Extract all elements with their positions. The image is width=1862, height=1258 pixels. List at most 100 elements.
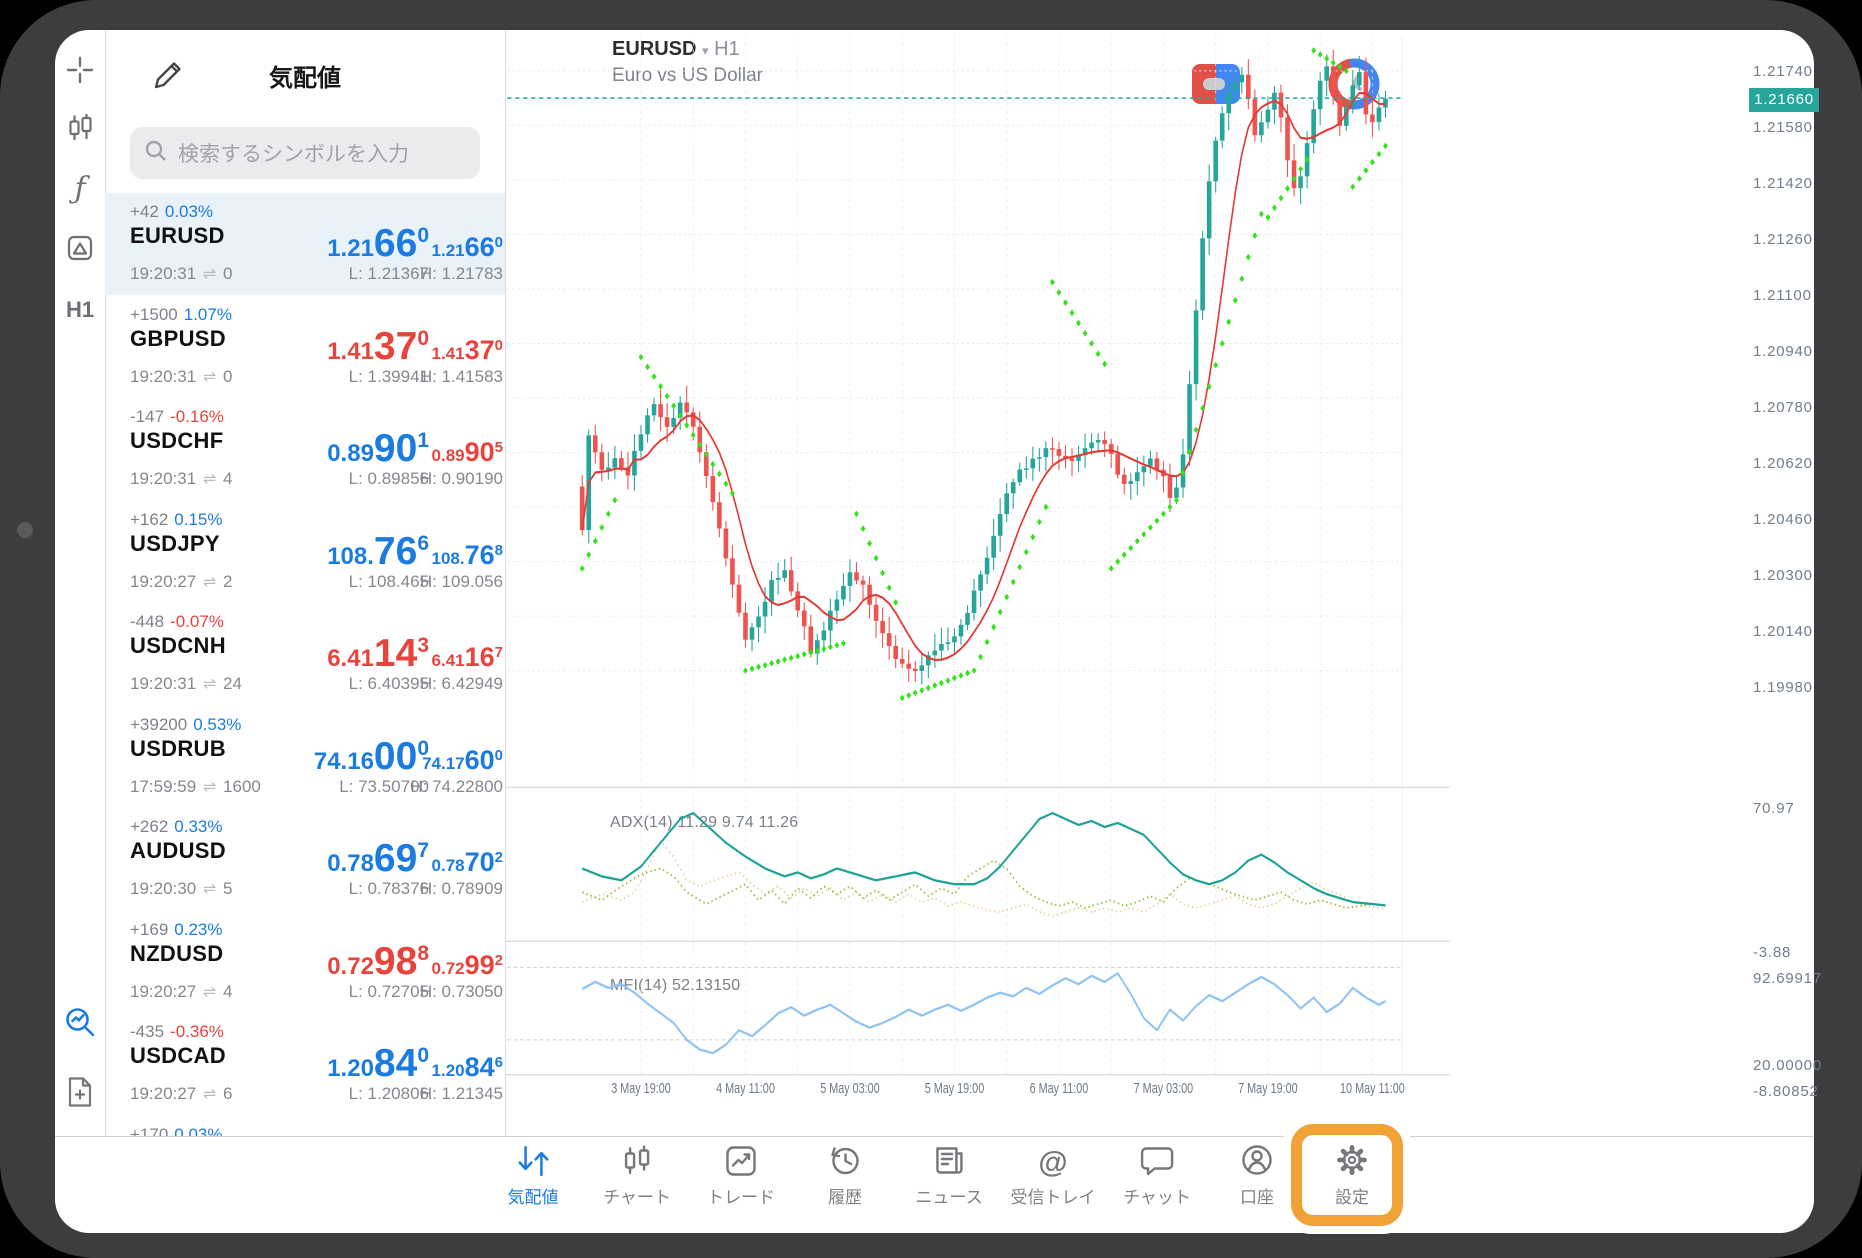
sidebar-functions-icon[interactable]: ƒ <box>55 166 105 210</box>
quote-row-usdcnh[interactable]: -448-0.07%USDCNH 19:20:31 ⇌ 24 6.411436.41… <box>105 603 505 705</box>
quote-row-usdrub[interactable]: +392000.53%USDRUB 17:59:59 ⇌ 1600 74.16000… <box>105 706 505 808</box>
quote-symbol: NZDUSD <box>130 941 223 967</box>
svg-text:5 May 03:00: 5 May 03:00 <box>820 1080 880 1097</box>
spread-icon: ⇌ <box>201 984 218 1001</box>
quote-low: L: 1.20806 <box>349 1084 429 1104</box>
bid-price: 0.72988 <box>327 942 429 981</box>
quote-symbol: USDCHF <box>130 428 223 454</box>
quote-symbol: USDJPY <box>130 531 220 557</box>
quote-row-usdjpy[interactable]: +1620.15%USDJPY19:20:27 ⇌ 2108.766108.76… <box>105 501 505 603</box>
svg-text:7 May 19:00: 7 May 19:00 <box>1238 1080 1298 1097</box>
quote-high: H: 0.90190 <box>420 469 503 489</box>
nav-tab-charts[interactable]: チャート <box>603 1142 671 1208</box>
svg-text:3 May 19:00: 3 May 19:00 <box>611 1080 671 1097</box>
nav-tab-inbox[interactable]: @受信トレイ <box>1011 1142 1096 1208</box>
accounts-icon <box>1239 1142 1275 1178</box>
quote-row-usdcad[interactable]: -435-0.36%USDCAD 19:20:27 ⇌ 6 1.208401.208… <box>105 1013 505 1115</box>
svg-text:10 May 11:00: 10 May 11:00 <box>1340 1080 1405 1097</box>
ask-price: 6.41167 <box>432 644 503 671</box>
quote-change: -147-0.16% <box>130 407 224 427</box>
nav-tab-label: 設定 <box>1335 1183 1369 1208</box>
quote-low: L: 1.39941 <box>349 367 429 387</box>
quote-change: +1620.15% <box>130 510 223 530</box>
quote-time-spread: 19:20:31 ⇌ 4 <box>130 469 233 489</box>
ask-price: 1.20846 <box>432 1054 503 1081</box>
nav-tab-label: チャット <box>1123 1183 1191 1208</box>
price-chart[interactable]: 3 May 19:004 May 11:005 May 03:005 May 1… <box>505 30 1814 1136</box>
sidebar-candles-icon[interactable] <box>55 106 105 150</box>
nav-tab-label: 気配値 <box>508 1183 559 1208</box>
quote-time-spread: 17:59:59 ⇌ 1600 <box>130 777 261 797</box>
quote-high: H: 109.056 <box>420 572 503 592</box>
svg-text:6 May 11:00: 6 May 11:00 <box>1030 1080 1089 1097</box>
quote-low: L: 1.21367 <box>349 264 429 284</box>
quote-high: H: 0.78909 <box>420 879 503 899</box>
quote-row-nzdusd[interactable]: +1690.23%NZDUSD19:20:27 ⇌ 40.729880.7299… <box>105 911 505 1013</box>
nav-tab-settings[interactable]: 設定 <box>1334 1142 1370 1208</box>
quotes-icon <box>514 1142 552 1178</box>
quote-time-spread: 19:20:31 ⇌ 24 <box>130 674 242 694</box>
quote-high: H: 74.22800 <box>410 777 503 797</box>
sidebar-analytics-icon[interactable] <box>55 1000 105 1044</box>
quote-symbol: USDRUB <box>130 736 226 762</box>
ipad-screen: ƒ H1 気配値 検索するシンボルを入力 +420.03%EURUSD19:20:… <box>0 0 1862 1258</box>
quote-change: +392000.53% <box>130 715 241 735</box>
sidebar-objects-icon[interactable] <box>55 226 105 270</box>
quote-symbol: GBPUSD <box>130 326 226 352</box>
quote-high: H: 1.41583 <box>420 367 503 387</box>
search-input[interactable]: 検索するシンボルを入力 <box>130 127 480 179</box>
ask-price: 108.768 <box>432 542 503 569</box>
bid-price: 6.41143 <box>327 634 429 673</box>
spread-icon: ⇌ <box>201 471 218 488</box>
quotes-panel-title: 気配値 <box>105 58 505 93</box>
quote-change: +2620.33% <box>130 817 223 837</box>
sidebar-crosshair-icon[interactable] <box>55 48 105 92</box>
quote-symbol: USDCAD <box>130 1043 226 1069</box>
history-icon <box>827 1142 863 1178</box>
nav-tab-label: チャート <box>603 1183 671 1208</box>
nav-tab-news[interactable]: ニュース <box>915 1142 982 1208</box>
quote-high: H: 1.21783 <box>420 264 503 284</box>
quote-time-spread: 19:20:27 ⇌ 2 <box>130 572 233 592</box>
nav-tab-label: ニュース <box>915 1183 982 1208</box>
quote-row-usdchf[interactable]: -147-0.16%USDCHF19:20:31 ⇌ 40.899010.899… <box>105 398 505 500</box>
quote-low: L: 0.89856 <box>349 469 429 489</box>
quote-low: L: 0.72705 <box>349 982 429 1002</box>
quote-time-spread: 19:20:27 ⇌ 6 <box>130 1084 233 1104</box>
timeframe-label: H1 <box>66 297 94 323</box>
spread-icon: ⇌ <box>201 1086 218 1103</box>
bid-price: 0.78697 <box>327 839 429 878</box>
ask-price: 0.72992 <box>432 952 503 979</box>
nav-tab-history[interactable]: 履歴 <box>827 1142 863 1208</box>
quote-change: -435-0.36% <box>130 1022 224 1042</box>
ask-price: 0.78702 <box>432 849 503 876</box>
charts-icon <box>620 1142 654 1178</box>
nav-tab-quotes[interactable]: 気配値 <box>508 1142 559 1208</box>
ask-price: 74.17600 <box>422 747 503 774</box>
quote-row-eurusd[interactable]: +420.03%EURUSD19:20:31 ⇌ 01.216601.21660… <box>105 193 505 295</box>
quote-row-audusd[interactable]: +2620.33%AUDUSD19:20:30 ⇌ 50.786970.7870… <box>105 808 505 910</box>
quote-high: H: 0.73050 <box>420 982 503 1002</box>
nav-tab-trade[interactable]: トレード <box>707 1142 775 1208</box>
news-icon <box>932 1142 966 1178</box>
spread-icon: ⇌ <box>201 266 218 283</box>
quote-low: L: 108.465 <box>349 572 429 592</box>
sidebar-timeframe-icon[interactable]: H1 <box>55 288 105 332</box>
quote-change: -448-0.07% <box>130 612 224 632</box>
nav-tab-chat[interactable]: チャット <box>1123 1142 1191 1208</box>
ask-price: 1.41370 <box>432 337 503 364</box>
nav-tab-label: 受信トレイ <box>1011 1183 1096 1208</box>
ask-price: 0.89905 <box>432 439 503 466</box>
spread-icon: ⇌ <box>201 369 218 386</box>
nav-tab-accounts[interactable]: 口座 <box>1239 1142 1275 1208</box>
spread-icon: ⇌ <box>201 779 218 796</box>
quote-high: H: 1.21345 <box>420 1084 503 1104</box>
bid-price: 74.16000 <box>314 737 429 776</box>
bid-price: 1.20840 <box>327 1044 429 1083</box>
quote-row-gbpusd[interactable]: +15001.07%GBPUSD19:20:31 ⇌ 01.413701.413… <box>105 296 505 398</box>
quote-time-spread: 19:20:31 ⇌ 0 <box>130 264 233 284</box>
quote-time-spread: 19:20:30 ⇌ 5 <box>130 879 233 899</box>
sidebar-new-chart-icon[interactable] <box>55 1070 105 1114</box>
spread-icon: ⇌ <box>201 676 218 693</box>
quote-symbol: USDCNH <box>130 633 226 659</box>
